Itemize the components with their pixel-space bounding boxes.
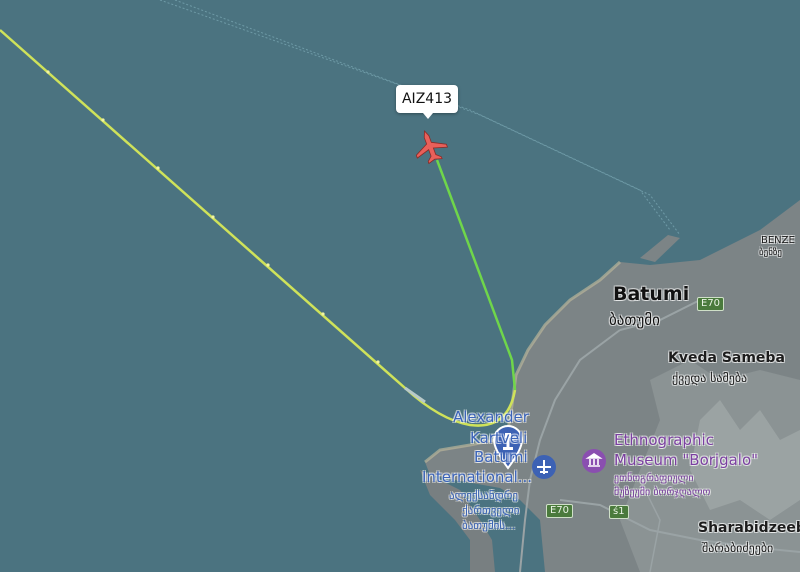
track-segment-descent (404, 386, 426, 404)
road-shield: E70 (697, 297, 725, 311)
airport-label[interactable]: Kartveli (470, 431, 527, 446)
airport-label[interactable]: Alexander (453, 410, 529, 425)
aircraft-icon (415, 129, 448, 165)
museum-label[interactable]: Ethnographic (614, 433, 714, 448)
museum-icon (582, 449, 606, 473)
airport-label[interactable]: International... (422, 470, 532, 485)
airport-label[interactable]: Batumi (474, 450, 528, 465)
district-label: Kveda Sameba (668, 350, 785, 366)
airport-icon (532, 455, 556, 479)
road-shield: E70 (546, 504, 574, 518)
harbour-pier (640, 235, 680, 262)
flight-track-departure (435, 159, 517, 391)
district-label-ka: ქვედა სამება (672, 371, 748, 385)
district-label: Sharabidzeeb (698, 520, 800, 536)
city-label-ka: ბათუმი (609, 311, 660, 329)
district-label-ka: ბენზე (759, 248, 783, 258)
museum-label-ka: მუზეუმი ბორჯღალო (614, 487, 711, 498)
museum-label[interactable]: Museum "Borjgalo" (614, 453, 758, 468)
map-view[interactable]: AIZ413 Batumi ბათუმი Kveda Sameba ქვედა … (0, 0, 800, 572)
road-shield: ś1 (609, 505, 629, 519)
city-label: Batumi (613, 283, 690, 305)
flight-callsign-label[interactable]: AIZ413 (396, 85, 458, 119)
airport-label-ka: ბათუმის... (462, 519, 516, 532)
shipping-lane (159, 0, 671, 231)
museum-label-ka: ეთნოგრაფიული (614, 473, 694, 484)
airport-label-ka: ალექსანდრე (449, 489, 518, 502)
district-label-ka: შარაბიძეები (702, 541, 774, 555)
airport-label-ka: ქართველი (462, 504, 520, 517)
district-label: BENZE (761, 235, 795, 246)
